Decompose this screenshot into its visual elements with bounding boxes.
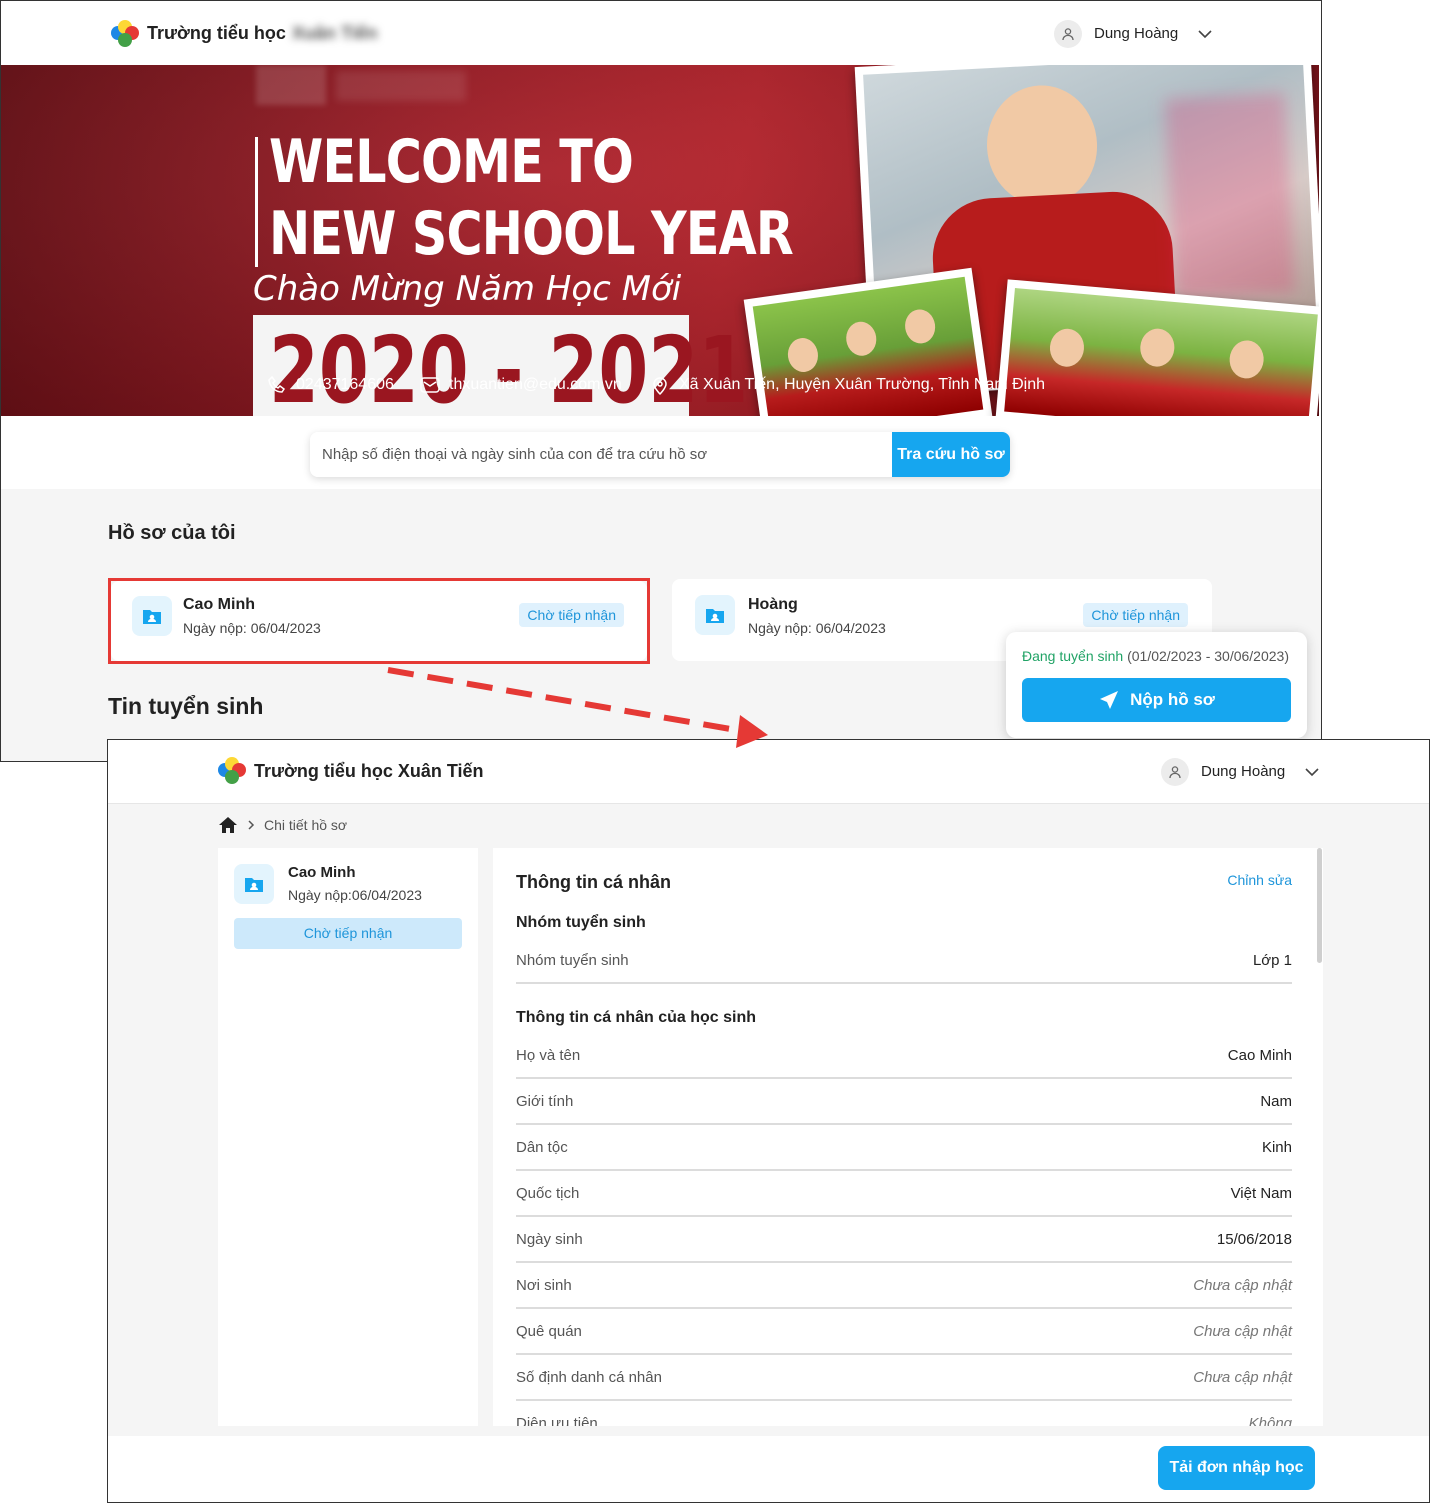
- info-label: Nhóm tuyển sinh: [516, 952, 629, 969]
- info-value: Chưa cập nhật: [1193, 1369, 1292, 1386]
- download-application-button[interactable]: Tải đơn nhập học: [1158, 1446, 1315, 1490]
- info-value: Chưa cập nhật: [1193, 1277, 1292, 1294]
- submit-application-button[interactable]: Nộp hồ sơ: [1022, 678, 1291, 722]
- scrollbar-thumb[interactable]: [1317, 848, 1322, 963]
- info-label: Số định danh cá nhân: [516, 1369, 662, 1386]
- school-name: Trường tiểu học Xuân Tiến: [254, 761, 484, 781]
- admission-news-title: Tin tuyển sinh: [108, 693, 264, 719]
- info-label: Họ và tên: [516, 1047, 581, 1064]
- edit-link[interactable]: Chỉnh sửa: [1227, 872, 1292, 888]
- breadcrumb: Chi tiết hồ sơ: [218, 816, 347, 834]
- breadcrumb-current: Chi tiết hồ sơ: [264, 817, 348, 833]
- user-name[interactable]: Dung Hoàng: [1201, 763, 1285, 780]
- info-value: Kinh: [1261, 1139, 1292, 1156]
- profile-search-input[interactable]: [310, 432, 892, 477]
- detail-header: Trường tiểu học Xuân Tiến Dung Hoàng: [108, 740, 1429, 804]
- info-value: Chưa cập nhật: [1193, 1323, 1292, 1340]
- info-value: 15/06/2018: [1216, 1231, 1292, 1248]
- contact-phone: 02437164606: [266, 373, 394, 397]
- home-icon[interactable]: [218, 816, 238, 834]
- school-name-blurred: Xuân Tiến: [291, 23, 378, 43]
- info-row: Ngày sinh 15/06/2018: [516, 1217, 1292, 1263]
- info-label: Quốc tịch: [516, 1185, 580, 1202]
- info-row: Số định danh cá nhân Chưa cập nhật: [516, 1355, 1292, 1401]
- school-name: Trường tiểu học Xuân Tiến: [147, 23, 378, 44]
- phone-text: 02437164606: [296, 376, 394, 393]
- info-row: Quê quán Chưa cập nhật: [516, 1309, 1292, 1355]
- chevron-right-icon: [248, 820, 255, 830]
- user-avatar-icon[interactable]: [1054, 20, 1082, 48]
- address-text: Xã Xuân Tiến, Huyện Xuân Trường, Tỉnh Na…: [679, 376, 1045, 393]
- phone-icon: [268, 375, 286, 393]
- detail-footer: Tải đơn nhập học: [108, 1436, 1429, 1502]
- personal-info-panel: Thông tin cá nhân Chỉnh sửa Nhóm tuyển s…: [493, 848, 1323, 1426]
- user-avatar-icon[interactable]: [1161, 758, 1189, 786]
- send-icon: [1100, 691, 1119, 709]
- school-logo-icon[interactable]: [111, 20, 139, 48]
- school-name-text: Trường tiểu học: [147, 23, 286, 43]
- info-value: Việt Nam: [1230, 1185, 1292, 1202]
- personal-info-title: Thông tin cá nhân: [516, 872, 671, 892]
- profile-date-value: 06/04/2023: [351, 887, 422, 903]
- admission-status-text: Đang tuyển sinh: [1022, 648, 1124, 664]
- info-label: Nơi sinh: [516, 1277, 572, 1294]
- my-profiles-title: Hồ sơ của tôi: [108, 522, 236, 544]
- info-value: Không: [1248, 1415, 1292, 1426]
- info-row: Nơi sinh Chưa cập nhật: [516, 1263, 1292, 1309]
- home-screen: Trường tiểu học Xuân Tiến Dung Hoàng WELC…: [0, 0, 1322, 762]
- school-logo-icon[interactable]: [218, 757, 246, 785]
- info-label: Dân tộc: [516, 1139, 568, 1156]
- highlight-box: [108, 578, 650, 664]
- admission-period: (01/02/2023 - 30/06/2023): [1127, 648, 1289, 664]
- chevron-down-icon[interactable]: [1304, 764, 1320, 780]
- profile-search-button[interactable]: Tra cứu hồ sơ: [892, 432, 1010, 477]
- info-label: Giới tính: [516, 1093, 574, 1110]
- admission-popup: Đang tuyển sinh (01/02/2023 - 30/06/2023…: [1006, 632, 1307, 738]
- welcome-banner: WELCOME TO NEW SCHOOL YEAR Chào Mừng Năm…: [1, 65, 1319, 416]
- info-label: Quê quán: [516, 1323, 582, 1340]
- info-value: Cao Minh: [1227, 1047, 1292, 1064]
- top-header: Trường tiểu học Xuân Tiến Dung Hoàng: [1, 1, 1321, 65]
- info-row: Dân tộc Kinh: [516, 1125, 1292, 1171]
- info-row: Nhóm tuyển sinh Lớp 1: [516, 938, 1292, 984]
- school-crest: [256, 65, 326, 105]
- status-badge: Chờ tiếp nhận: [1083, 603, 1188, 627]
- info-value: Lớp 1: [1252, 952, 1292, 969]
- profile-search: Tra cứu hồ sơ: [310, 432, 1010, 477]
- crest-text-blurred: [336, 71, 466, 101]
- profile-summary-panel: Cao Minh Ngày nộp:06/04/2023 Chờ tiếp nh…: [218, 848, 478, 1426]
- banner-welcome-line2: NEW SCHOOL YEAR: [269, 199, 794, 269]
- location-pin-icon: [653, 377, 667, 396]
- student-info-title: Thông tin cá nhân của học sinh: [516, 1009, 757, 1026]
- info-label: Ngày sinh: [516, 1231, 583, 1248]
- profile-name: Cao Minh: [288, 864, 356, 881]
- info-label: Diện ưu tiên: [516, 1415, 598, 1426]
- profile-card-name: Hoàng: [748, 596, 798, 613]
- profile-status: Chờ tiếp nhận: [234, 918, 462, 949]
- profile-date-label: Ngày nộp:: [288, 887, 352, 903]
- info-row: Quốc tịch Việt Nam: [516, 1171, 1292, 1217]
- profile-folder-icon: [695, 595, 735, 635]
- submit-application-label: Nộp hồ sơ: [1130, 690, 1215, 709]
- info-row: Giới tính Nam: [516, 1079, 1292, 1125]
- admission-group-title: Nhóm tuyển sinh: [516, 914, 646, 931]
- chevron-down-icon[interactable]: [1197, 26, 1213, 42]
- banner-subtitle: Chào Mừng Năm Học Mới: [253, 269, 682, 309]
- profile-detail-screen: Trường tiểu học Xuân Tiến Dung Hoàng Chi…: [107, 739, 1430, 1503]
- mail-icon: [420, 377, 440, 393]
- admission-status: Đang tuyển sinh (01/02/2023 - 30/06/2023…: [1022, 648, 1289, 664]
- user-name[interactable]: Dung Hoàng: [1094, 25, 1178, 42]
- profile-folder-icon: [234, 864, 274, 904]
- contact-address: Xã Xuân Tiến, Huyện Xuân Trường, Tỉnh Na…: [649, 373, 1045, 397]
- banner-welcome-line1: WELCOME TO: [269, 127, 634, 197]
- info-row: Diện ưu tiên Không: [516, 1401, 1292, 1426]
- email-text: thxuantien@edu.com.vn: [449, 376, 622, 393]
- info-row: Họ và tên Cao Minh: [516, 1033, 1292, 1079]
- contact-email: thxuantien@edu.com.vn: [419, 373, 622, 397]
- profile-card-date: Ngày nộp: 06/04/2023: [748, 620, 886, 636]
- info-value: Nam: [1260, 1093, 1292, 1110]
- profile-date: Ngày nộp:06/04/2023: [288, 887, 422, 903]
- banner-year: 2020 - 2021: [269, 317, 749, 416]
